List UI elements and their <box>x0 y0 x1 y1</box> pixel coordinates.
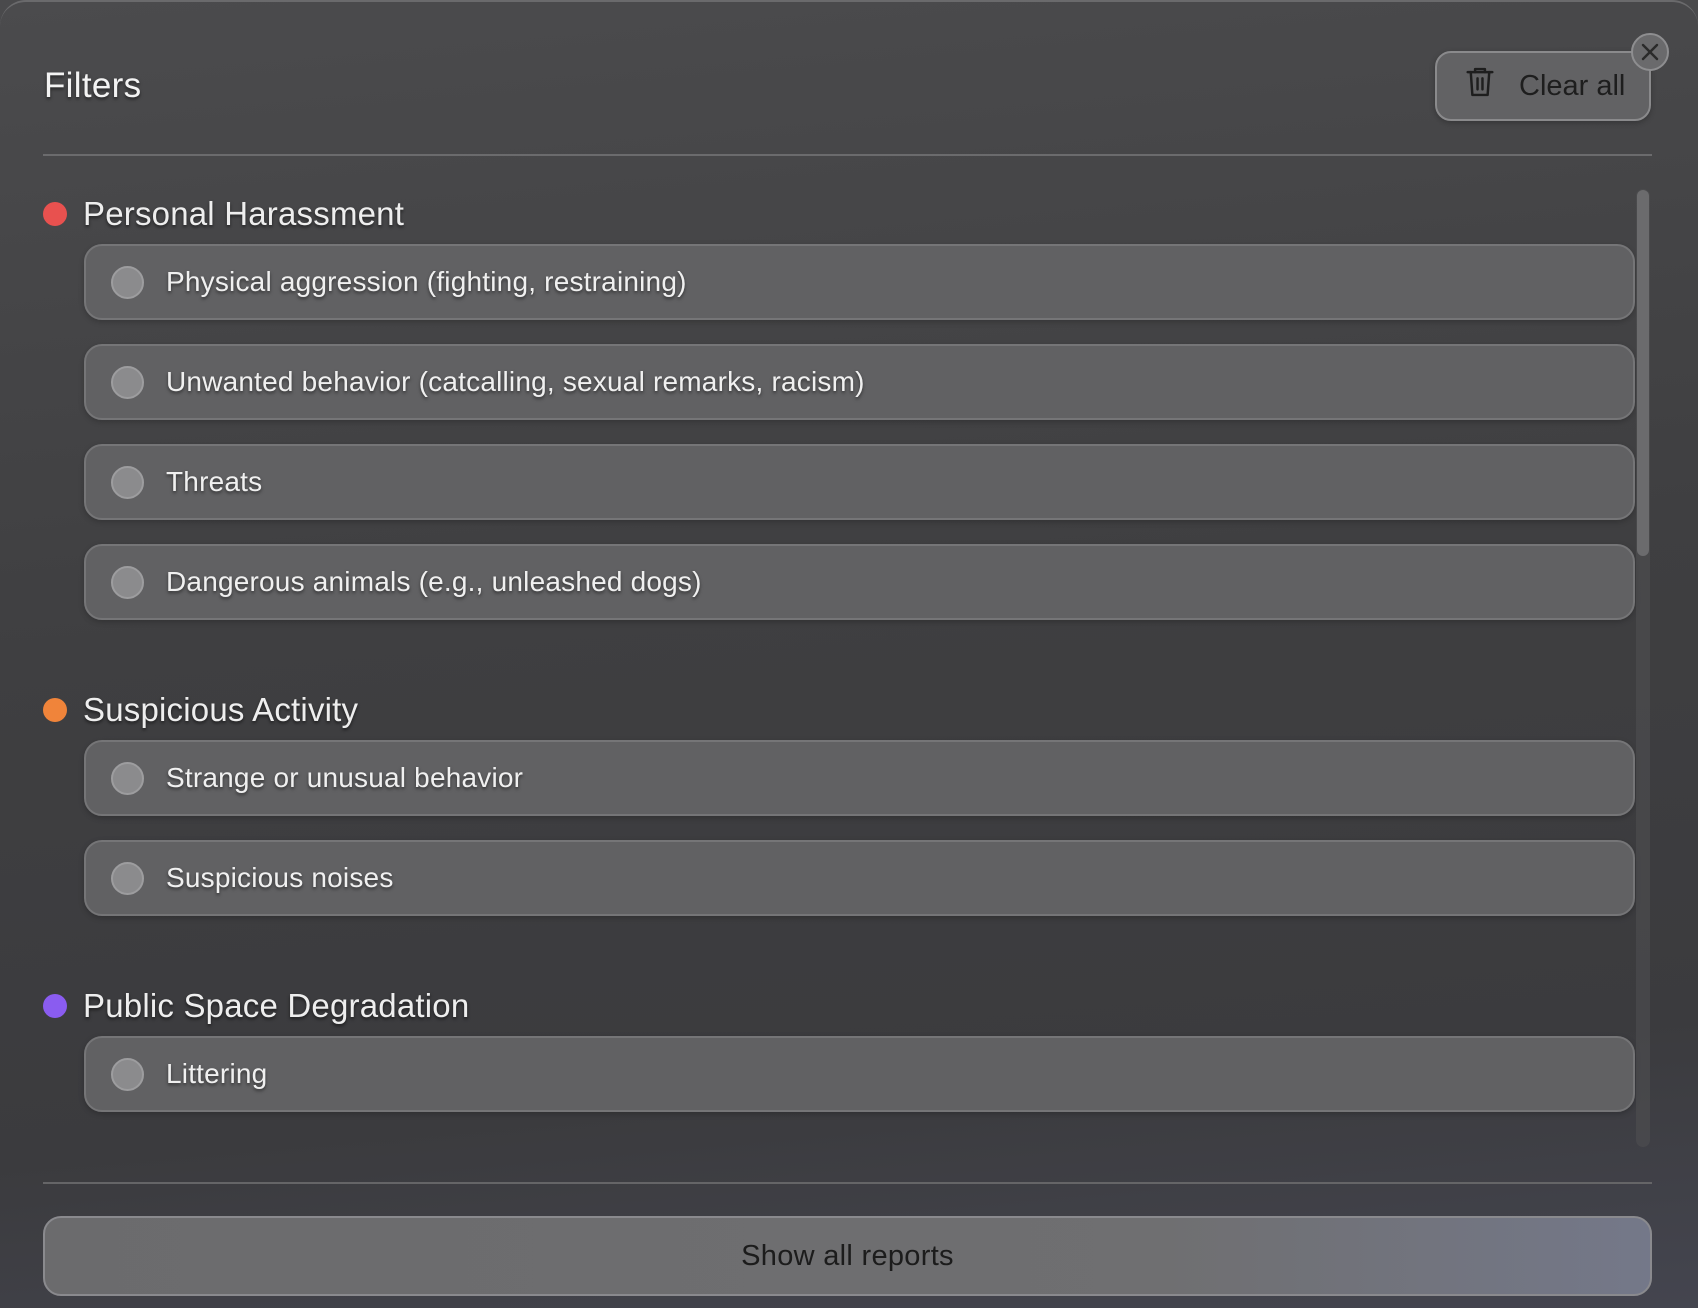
radio-button[interactable] <box>111 465 144 499</box>
filters-panel: Filters Clear all Personal Harassment Ph… <box>0 0 1698 1308</box>
close-button[interactable] <box>1631 33 1669 71</box>
filter-option-label: Threats <box>166 466 263 497</box>
radio-button[interactable] <box>111 265 144 299</box>
filter-option[interactable]: Strange or unusual behavior <box>84 740 1635 816</box>
filter-option-label: Suspicious noises <box>166 862 394 893</box>
filters-header: Filters Clear all <box>43 50 1652 156</box>
category-color-dot <box>43 994 67 1018</box>
clear-all-button[interactable]: Clear all <box>1435 51 1651 121</box>
scrollbar-thumb[interactable] <box>1637 190 1649 556</box>
trash-icon <box>1465 66 1495 106</box>
filter-option[interactable]: Unwanted behavior (catcalling, sexual re… <box>84 344 1635 420</box>
radio-button[interactable] <box>111 861 144 895</box>
filter-option-label: Dangerous animals (e.g., unleashed dogs) <box>166 566 702 597</box>
filter-option[interactable]: Threats <box>84 444 1635 520</box>
section-suspicious-activity: Suspicious Activity <box>43 688 358 732</box>
show-all-reports-label: Show all reports <box>741 1239 954 1272</box>
filter-option[interactable]: Suspicious noises <box>84 840 1635 916</box>
filter-option-label: Physical aggression (fighting, restraini… <box>166 266 687 297</box>
section-title: Suspicious Activity <box>83 691 359 728</box>
close-icon <box>1639 41 1661 63</box>
page-title: Filters <box>44 66 142 105</box>
section-personal-harassment: Personal Harassment <box>43 192 404 236</box>
section-public-space-degradation: Public Space Degradation <box>43 984 469 1028</box>
filter-option-label: Unwanted behavior (catcalling, sexual re… <box>166 366 865 397</box>
radio-button[interactable] <box>111 761 144 795</box>
filter-option-label: Littering <box>166 1058 268 1089</box>
footer-divider <box>43 1182 1652 1184</box>
section-title: Public Space Degradation <box>83 987 470 1024</box>
category-color-dot <box>43 202 67 226</box>
filter-option[interactable]: Littering <box>84 1036 1635 1112</box>
filter-option-label: Strange or unusual behavior <box>166 762 524 793</box>
clear-all-label: Clear all <box>1519 69 1626 102</box>
radio-button[interactable] <box>111 1057 144 1091</box>
show-all-reports-button[interactable]: Show all reports <box>43 1216 1652 1296</box>
filter-option[interactable]: Physical aggression (fighting, restraini… <box>84 244 1635 320</box>
radio-button[interactable] <box>111 565 144 599</box>
category-color-dot <box>43 698 67 722</box>
filter-option[interactable]: Dangerous animals (e.g., unleashed dogs) <box>84 544 1635 620</box>
radio-button[interactable] <box>111 365 144 399</box>
section-title: Personal Harassment <box>83 195 405 232</box>
filter-list: Personal Harassment Physical aggression … <box>43 182 1652 1152</box>
